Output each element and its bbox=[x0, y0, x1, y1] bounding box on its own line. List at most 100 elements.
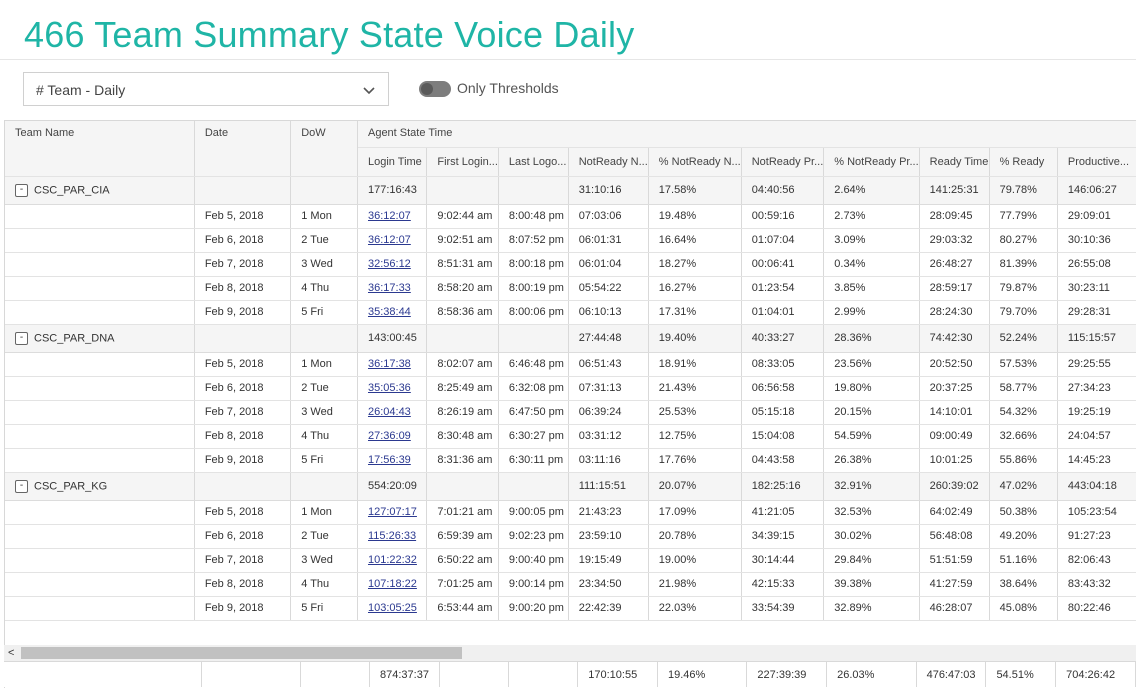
login-cell: 36:12:07 bbox=[357, 228, 428, 253]
date-cell: Feb 8, 2018 bbox=[194, 572, 292, 597]
ready-cell: 41:27:59 bbox=[919, 572, 990, 597]
col-header-sub[interactable]: Login Time bbox=[357, 147, 428, 177]
pct_nr_p-cell: 19.80% bbox=[823, 376, 920, 401]
first-cell: 6:53:44 am bbox=[426, 596, 499, 621]
first-cell: 9:02:51 am bbox=[426, 228, 499, 253]
team-cell bbox=[5, 524, 195, 549]
login-time-link[interactable]: 36:17:33 bbox=[368, 282, 411, 294]
dow-cell: 4 Thu bbox=[290, 572, 358, 597]
horizontal-scrollbar[interactable]: < bbox=[4, 645, 1136, 661]
nr_n-cell: 06:10:13 bbox=[568, 300, 649, 325]
group-row[interactable]: - CSC_PAR_DNA 143:00:45 27:44:48 19.40% 40:33… bbox=[5, 324, 1136, 353]
totals-cell: 19.46% bbox=[657, 661, 748, 687]
scroll-left-arrow[interactable]: < bbox=[8, 647, 14, 659]
chevron-down-icon bbox=[363, 87, 375, 95]
pct_nr_p-cell: 32.89% bbox=[823, 596, 920, 621]
login-time-link[interactable]: 36:12:07 bbox=[368, 234, 411, 246]
prod-cell: 14:45:23 bbox=[1057, 448, 1136, 473]
nr_n-cell: 23:34:50 bbox=[568, 572, 649, 597]
first-cell: 9:02:44 am bbox=[426, 204, 499, 229]
totals-cell: 874:37:37 bbox=[369, 661, 440, 687]
last-cell: 6:32:08 pm bbox=[498, 376, 569, 401]
login-time-link[interactable]: 26:04:43 bbox=[368, 406, 411, 418]
dow-cell: 2 Tue bbox=[290, 376, 358, 401]
totals-cell: 476:47:03 bbox=[916, 661, 987, 687]
col-header-sub[interactable]: % NotReady Pr... bbox=[823, 147, 920, 177]
pct_nr_p-cell: 30.02% bbox=[823, 524, 920, 549]
group-date-cell bbox=[194, 176, 292, 205]
login-time-link[interactable]: 36:17:38 bbox=[368, 358, 411, 370]
group-date-cell bbox=[194, 472, 292, 501]
group-row[interactable]: - CSC_PAR_KG 554:20:09 111:15:51 20.07% 182:2… bbox=[5, 472, 1136, 501]
group-summary-cell: 20.07% bbox=[648, 472, 742, 501]
login-time-link[interactable]: 107:18:22 bbox=[368, 578, 417, 590]
last-cell: 8:00:06 pm bbox=[498, 300, 569, 325]
login-time-link[interactable]: 35:38:44 bbox=[368, 306, 411, 318]
view-select-dropdown[interactable]: # Team - Daily bbox=[23, 72, 389, 106]
col-header-team-name[interactable]: Team Name bbox=[5, 121, 195, 177]
login-time-link[interactable]: 103:05:25 bbox=[368, 602, 417, 614]
view-select-value: # Team - Daily bbox=[36, 82, 126, 98]
login-time-link[interactable]: 101:22:32 bbox=[368, 554, 417, 566]
nr_n-cell: 06:51:43 bbox=[568, 352, 649, 377]
col-header-sub[interactable]: % NotReady N... bbox=[648, 147, 742, 177]
col-header-dow[interactable]: DoW bbox=[290, 121, 358, 177]
login-time-link[interactable]: 36:12:07 bbox=[368, 210, 411, 222]
group-dow-cell bbox=[290, 176, 358, 205]
group-summary-cell bbox=[426, 176, 499, 205]
col-header-sub[interactable]: Ready Time bbox=[919, 147, 990, 177]
group-summary-cell: 40:33:27 bbox=[741, 324, 825, 353]
team-cell bbox=[5, 572, 195, 597]
login-time-link[interactable]: 17:56:39 bbox=[368, 454, 411, 466]
ready-cell: 64:02:49 bbox=[919, 500, 990, 525]
login-time-link[interactable]: 32:56:12 bbox=[368, 258, 411, 270]
login-time-link[interactable]: 127:07:17 bbox=[368, 506, 417, 518]
only-thresholds-toggle[interactable] bbox=[419, 81, 451, 97]
col-header-sub[interactable]: Productive... bbox=[1057, 147, 1136, 177]
dow-cell: 1 Mon bbox=[290, 204, 358, 229]
login-time-link[interactable]: 115:26:33 bbox=[368, 530, 416, 542]
col-header-sub[interactable]: NotReady N... bbox=[568, 147, 649, 177]
prod-cell: 26:55:08 bbox=[1057, 252, 1136, 277]
group-row[interactable]: - CSC_PAR_CIA 177:16:43 31:10:16 17.58% 04:40… bbox=[5, 176, 1136, 205]
scrollbar-thumb[interactable] bbox=[21, 647, 462, 659]
login-cell: 26:04:43 bbox=[357, 400, 428, 425]
group-summary-cell: 143:00:45 bbox=[357, 324, 428, 353]
collapse-toggle[interactable]: - bbox=[15, 331, 28, 345]
pct_nr_p-cell: 39.38% bbox=[823, 572, 920, 597]
group-summary-cell: 79.78% bbox=[989, 176, 1058, 205]
pct_ready-cell: 57.53% bbox=[989, 352, 1058, 377]
last-cell: 6:30:27 pm bbox=[498, 424, 569, 449]
table-row: Feb 5, 2018 1 Mon 127:07:17 7:01:21 am 9:00:… bbox=[5, 500, 1136, 525]
login-time-link[interactable]: 35:05:36 bbox=[368, 382, 411, 394]
col-header-sub[interactable]: First Login... bbox=[426, 147, 499, 177]
pct_nr_n-cell: 17.09% bbox=[648, 500, 742, 525]
dow-cell: 3 Wed bbox=[290, 400, 358, 425]
prod-cell: 105:23:54 bbox=[1057, 500, 1136, 525]
nr_n-cell: 06:39:24 bbox=[568, 400, 649, 425]
first-cell: 8:58:20 am bbox=[426, 276, 499, 301]
last-cell: 8:00:19 pm bbox=[498, 276, 569, 301]
pct_nr_n-cell: 16.27% bbox=[648, 276, 742, 301]
pct_ready-cell: 79.87% bbox=[989, 276, 1058, 301]
col-header-sub[interactable]: NotReady Pr... bbox=[741, 147, 825, 177]
date-cell: Feb 6, 2018 bbox=[194, 376, 292, 401]
nr_n-cell: 05:54:22 bbox=[568, 276, 649, 301]
totals-cell: 227:39:39 bbox=[746, 661, 828, 687]
collapse-toggle[interactable]: - bbox=[15, 183, 28, 197]
col-header-sub[interactable]: Last Logo... bbox=[498, 147, 569, 177]
col-header-sub[interactable]: % Ready bbox=[989, 147, 1058, 177]
pct_ready-cell: 49.20% bbox=[989, 524, 1058, 549]
nr_n-cell: 03:31:12 bbox=[568, 424, 649, 449]
first-cell: 8:30:48 am bbox=[426, 424, 499, 449]
date-cell: Feb 5, 2018 bbox=[194, 204, 292, 229]
login-cell: 32:56:12 bbox=[357, 252, 428, 277]
last-cell: 9:00:05 pm bbox=[498, 500, 569, 525]
login-time-link[interactable]: 27:36:09 bbox=[368, 430, 411, 442]
collapse-toggle[interactable]: - bbox=[15, 479, 28, 493]
col-header-date[interactable]: Date bbox=[194, 121, 292, 177]
toggle-knob bbox=[421, 83, 433, 95]
pct_nr_p-cell: 23.56% bbox=[823, 352, 920, 377]
totals-dow-cell bbox=[300, 661, 371, 687]
totals-cell: 704:26:42 bbox=[1055, 661, 1136, 687]
